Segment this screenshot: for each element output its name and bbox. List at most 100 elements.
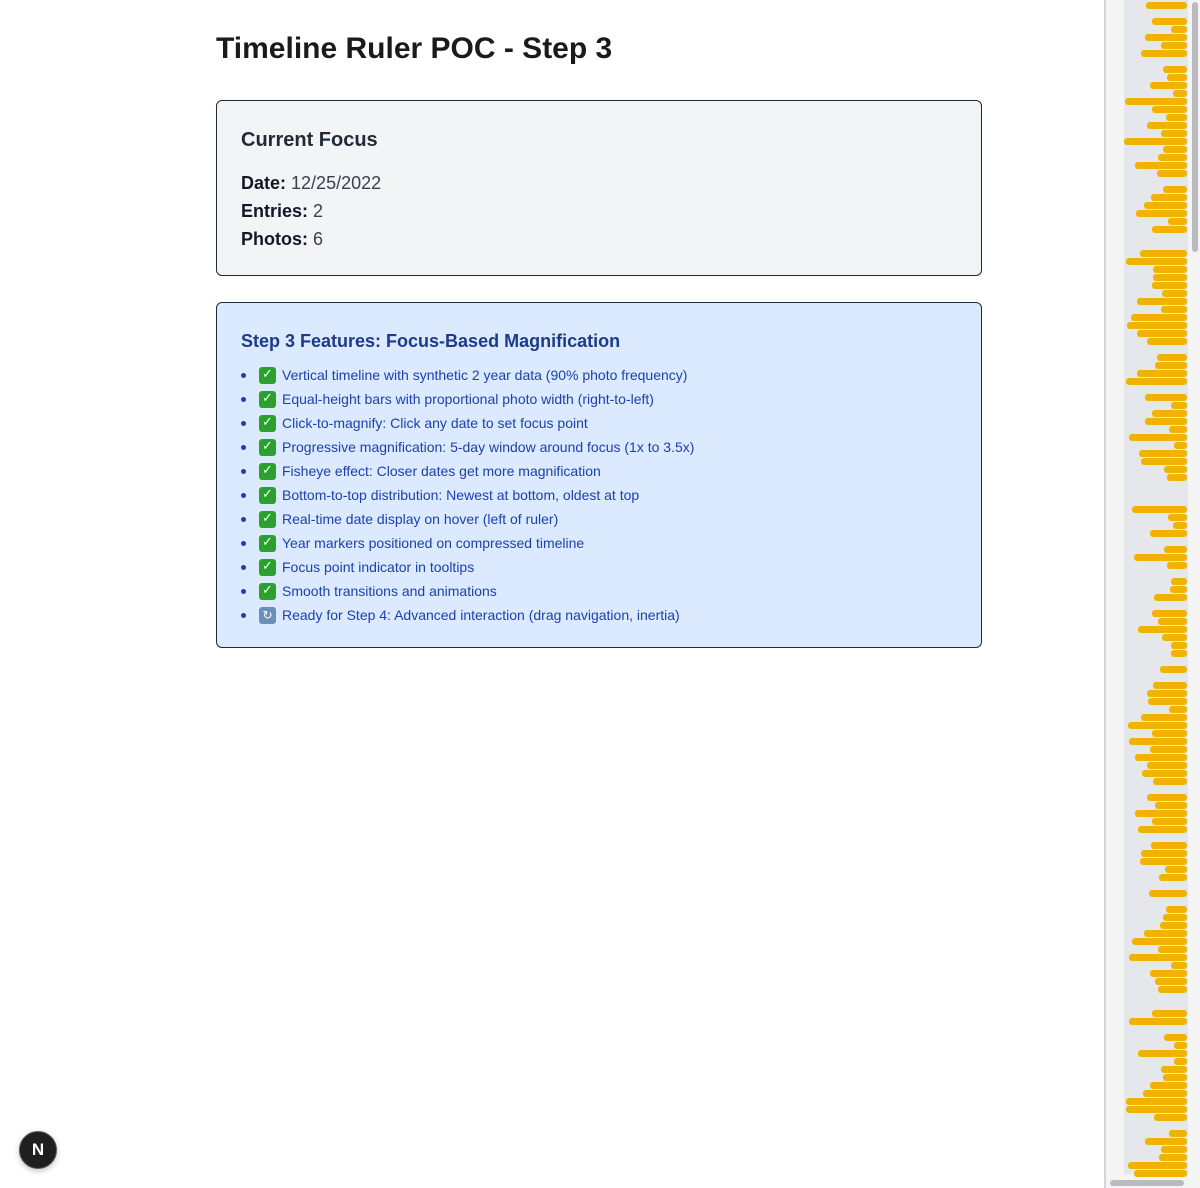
- ruler-day-bar[interactable]: [1171, 962, 1187, 969]
- ruler-day-bar[interactable]: [1144, 202, 1187, 209]
- ruler-day-bar[interactable]: [1169, 1130, 1187, 1137]
- ruler-day-bar[interactable]: [1152, 106, 1187, 113]
- ruler-day-bar[interactable]: [1135, 162, 1187, 169]
- ruler-day-bar[interactable]: [1140, 858, 1187, 865]
- vertical-scrollbar[interactable]: [1192, 2, 1198, 252]
- ruler-day-bar[interactable]: [1137, 298, 1187, 305]
- ruler-day-bar[interactable]: [1166, 114, 1187, 121]
- horizontal-scrollbar[interactable]: [1110, 1180, 1184, 1186]
- ruler-day-bar[interactable]: [1137, 370, 1187, 377]
- ruler-day-bar[interactable]: [1174, 1042, 1187, 1049]
- ruler-day-bar[interactable]: [1152, 610, 1187, 617]
- ruler-day-bar[interactable]: [1154, 594, 1187, 601]
- ruler-day-bar[interactable]: [1132, 506, 1187, 513]
- ruler-day-bar[interactable]: [1167, 562, 1187, 569]
- ruler-day-bar[interactable]: [1136, 210, 1187, 217]
- ruler-day-bar[interactable]: [1164, 546, 1187, 553]
- ruler-day-bar[interactable]: [1159, 874, 1187, 881]
- ruler-day-bar[interactable]: [1174, 1058, 1187, 1065]
- ruler-day-bar[interactable]: [1152, 18, 1187, 25]
- ruler-day-bar[interactable]: [1150, 746, 1187, 753]
- ruler-day-bar[interactable]: [1150, 970, 1187, 977]
- ruler-day-bar[interactable]: [1145, 34, 1187, 41]
- ruler-day-bar[interactable]: [1168, 218, 1187, 225]
- ruler-day-bar[interactable]: [1131, 314, 1187, 321]
- ruler-day-bar[interactable]: [1153, 266, 1187, 273]
- ruler-day-bar[interactable]: [1152, 730, 1187, 737]
- ruler-day-bar[interactable]: [1155, 362, 1187, 369]
- ruler-day-bar[interactable]: [1161, 1066, 1187, 1073]
- ruler-day-bar[interactable]: [1163, 1074, 1187, 1081]
- ruler-day-bar[interactable]: [1145, 418, 1187, 425]
- ruler-day-bar[interactable]: [1129, 1018, 1187, 1025]
- ruler-day-bar[interactable]: [1129, 434, 1187, 441]
- ruler-day-bar[interactable]: [1162, 634, 1187, 641]
- ruler-day-bar[interactable]: [1161, 1146, 1187, 1153]
- ruler-day-bar[interactable]: [1158, 986, 1187, 993]
- ruler-day-bar[interactable]: [1167, 74, 1187, 81]
- ruler-day-bar[interactable]: [1126, 258, 1187, 265]
- ruler-day-bar[interactable]: [1173, 90, 1187, 97]
- ruler-day-bar[interactable]: [1169, 706, 1187, 713]
- ruler-day-bar[interactable]: [1141, 458, 1187, 465]
- ruler-day-bar[interactable]: [1171, 642, 1187, 649]
- ruler-day-bar[interactable]: [1157, 354, 1187, 361]
- ruler-day-bar[interactable]: [1153, 778, 1187, 785]
- ruler-day-bar[interactable]: [1171, 650, 1187, 657]
- ruler-day-bar[interactable]: [1135, 754, 1187, 761]
- ruler-day-bar[interactable]: [1144, 930, 1187, 937]
- ruler-day-bar[interactable]: [1128, 722, 1187, 729]
- ruler-day-bar[interactable]: [1129, 954, 1187, 961]
- ruler-day-bar[interactable]: [1150, 1082, 1187, 1089]
- ruler-day-bar[interactable]: [1171, 578, 1187, 585]
- ruler-day-bar[interactable]: [1151, 194, 1187, 201]
- ruler-day-bar[interactable]: [1152, 226, 1187, 233]
- ruler-day-bar[interactable]: [1141, 850, 1187, 857]
- ruler-day-bar[interactable]: [1138, 1050, 1187, 1057]
- ruler-day-bar[interactable]: [1139, 450, 1187, 457]
- ruler-day-bar[interactable]: [1148, 698, 1187, 705]
- ruler-day-bar[interactable]: [1153, 682, 1187, 689]
- ruler-day-bar[interactable]: [1158, 618, 1187, 625]
- ruler-day-bar[interactable]: [1145, 394, 1187, 401]
- ruler-day-bar[interactable]: [1154, 1114, 1187, 1121]
- ruler-day-bar[interactable]: [1147, 690, 1187, 697]
- ruler-day-bar[interactable]: [1153, 274, 1187, 281]
- ruler-day-bar[interactable]: [1129, 738, 1187, 745]
- ruler-day-bar[interactable]: [1150, 530, 1187, 537]
- ruler-day-bar[interactable]: [1138, 626, 1187, 633]
- ruler-day-bar[interactable]: [1165, 866, 1187, 873]
- ruler-day-bar[interactable]: [1124, 138, 1187, 145]
- ruler-day-bar[interactable]: [1126, 1106, 1187, 1113]
- ruler-day-bar[interactable]: [1161, 130, 1187, 137]
- nextjs-dev-badge[interactable]: N: [19, 1131, 57, 1169]
- ruler-day-bar[interactable]: [1141, 50, 1187, 57]
- ruler-day-bar[interactable]: [1152, 818, 1187, 825]
- ruler-day-bar[interactable]: [1142, 770, 1187, 777]
- ruler-day-bar[interactable]: [1163, 186, 1187, 193]
- ruler-day-bar[interactable]: [1167, 474, 1187, 481]
- ruler-day-bar[interactable]: [1134, 1170, 1187, 1177]
- ruler-bars[interactable]: [1106, 0, 1200, 1177]
- ruler-day-bar[interactable]: [1138, 826, 1187, 833]
- ruler-day-bar[interactable]: [1163, 914, 1187, 921]
- ruler-day-bar[interactable]: [1146, 2, 1187, 9]
- ruler-day-bar[interactable]: [1158, 946, 1187, 953]
- ruler-day-bar[interactable]: [1125, 98, 1187, 105]
- ruler-day-bar[interactable]: [1141, 714, 1187, 721]
- ruler-day-bar[interactable]: [1147, 762, 1187, 769]
- ruler-day-bar[interactable]: [1150, 82, 1187, 89]
- ruler-day-bar[interactable]: [1170, 586, 1187, 593]
- ruler-day-bar[interactable]: [1160, 666, 1187, 673]
- ruler-day-bar[interactable]: [1164, 466, 1187, 473]
- ruler-day-bar[interactable]: [1155, 802, 1187, 809]
- ruler-day-bar[interactable]: [1149, 890, 1187, 897]
- ruler-day-bar[interactable]: [1160, 922, 1187, 929]
- ruler-day-bar[interactable]: [1147, 338, 1187, 345]
- ruler-day-bar[interactable]: [1163, 146, 1187, 153]
- ruler-day-bar[interactable]: [1155, 978, 1187, 985]
- ruler-day-bar[interactable]: [1173, 522, 1187, 529]
- ruler-day-bar[interactable]: [1166, 906, 1187, 913]
- ruler-day-bar[interactable]: [1151, 842, 1187, 849]
- ruler-day-bar[interactable]: [1161, 306, 1187, 313]
